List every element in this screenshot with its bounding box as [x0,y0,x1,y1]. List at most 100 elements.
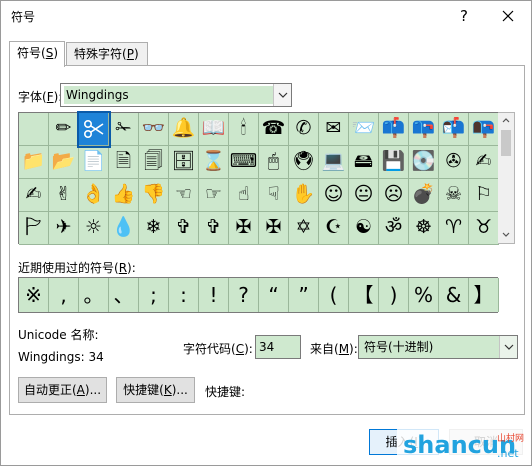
symbol-cell[interactable]: 📬 [439,113,469,146]
from-select[interactable]: 符号(十进制) [358,335,518,359]
help-button[interactable]: ? [453,5,475,27]
shortcut-key-button[interactable]: 快捷键(K)... [116,377,195,403]
symbol-cell[interactable]: 👌 [79,179,109,212]
symbol-cell[interactable]: ☼ [79,212,109,245]
symbol-cell[interactable]: ☝ [229,179,259,212]
recent-symbol-cell[interactable]: : [169,278,199,312]
symbol-cell[interactable]: ✉ [319,113,349,146]
chevron-down-icon [278,92,288,98]
symbol-cell[interactable]: ☯ [349,212,379,245]
symbol-cell[interactable]: ♉ [469,212,499,245]
recent-symbol-cell[interactable]: % [409,278,439,312]
recent-symbol-cell[interactable]: ( [319,278,349,312]
close-button[interactable] [495,5,521,27]
symbol-cell[interactable]: ⌨ [229,146,259,179]
symbol-cell[interactable]: ✞ [199,212,229,245]
symbol-cell[interactable]: ✏ [49,113,79,146]
symbol-cell[interactable]: 🏱 [19,212,49,245]
symbol-cell[interactable]: 🖴 [349,146,379,179]
tab-symbols[interactable]: 符号(S) [9,41,65,67]
symbol-cell[interactable]: 🗎 [109,146,139,179]
symbol-cell[interactable]: ⚐ [469,179,499,212]
scroll-thumb[interactable] [501,130,511,156]
symbol-cell[interactable]: ॐ [379,212,409,245]
recent-symbol-cell[interactable]: ! [199,278,229,312]
symbol-cell[interactable] [19,113,49,146]
from-dropdown-button[interactable] [499,336,517,358]
symbol-cell[interactable]: ✌ [49,179,79,212]
symbol-cell[interactable]: 📪 [409,113,439,146]
symbol-cell[interactable]: 💾 [379,146,409,179]
scroll-up-button[interactable] [498,113,514,129]
symbol-cell[interactable]: ☺ [319,179,349,212]
symbol-cell[interactable]: ☪ [319,212,349,245]
recent-symbol-cell[interactable]: ? [229,278,259,312]
symbol-grid-scrollbar[interactable] [498,112,515,244]
font-dropdown-button[interactable] [273,84,291,106]
symbol-cell[interactable]: 🗐 [139,146,169,179]
recent-symbol-cell[interactable]: ” [289,278,319,312]
recent-symbol-cell[interactable]: ※ [19,278,49,312]
recent-symbol-cell[interactable]: “ [259,278,289,312]
symbol-cell[interactable]: 🕯 [229,113,259,146]
symbol-cell[interactable]: ✡ [289,212,319,245]
symbol-cell[interactable]: 💻 [319,146,349,179]
symbol-cell[interactable]: 📨 [349,113,379,146]
symbol-cell[interactable]: 📂 [49,146,79,179]
autocorrect-button[interactable]: 自动更正(A)... [18,377,107,403]
symbol-cell[interactable]: 📭 [469,113,499,146]
font-label: 字体(F): [18,90,63,104]
recent-symbol-cell[interactable]: ; [139,278,169,312]
symbol-cell[interactable]: 💽 [409,146,439,179]
symbol-cell[interactable]: 👍 [109,179,139,212]
symbol-cell[interactable]: ✆ [289,113,319,146]
symbol-cell[interactable]: ☎ [259,113,289,146]
symbol-cell[interactable]: 📫 [379,113,409,146]
symbol-cell[interactable]: 📄 [79,146,109,179]
recent-symbol-cell[interactable]: 、 [109,278,139,312]
symbol-cell[interactable]: 📖 [199,113,229,146]
symbol-cell[interactable]: ✋ [289,179,319,212]
symbol-cell[interactable]: 🔔 [169,113,199,146]
symbol-cell[interactable]: ✈ [49,212,79,245]
symbol-cell[interactable]: ☸ [409,212,439,245]
symbol-cell[interactable]: 💣 [409,179,439,212]
symbol-cell[interactable]: ☞ [199,179,229,212]
symbol-cell[interactable]: ✞ [169,212,199,245]
tab-special-characters[interactable]: 特殊字符(P) [66,42,148,66]
symbol-cell[interactable]: ☜ [169,179,199,212]
symbol-cell[interactable]: ❄ [139,212,169,245]
symbol-cell[interactable]: 🖱 [259,146,289,179]
recent-symbol-cell[interactable]: & [439,278,469,312]
symbol-cell[interactable]: 👓 [139,113,169,146]
symbol-cell[interactable]: ✍ [19,179,49,212]
symbol-cell[interactable]: ✠ [259,212,289,245]
symbol-cell[interactable]: ⌛ [199,146,229,179]
char-code-input[interactable]: 34 [255,335,301,359]
symbol-cell[interactable]: 🖲 [289,146,319,179]
symbol-cell[interactable]: ♈ [439,212,469,245]
symbol-cell-selected[interactable] [77,111,111,148]
symbol-cell[interactable]: 🗄 [169,146,199,179]
recent-symbol-cell[interactable]: ) [379,278,409,312]
scroll-down-button[interactable] [498,227,514,243]
font-select[interactable]: Wingdings [60,83,292,107]
symbol-cell[interactable]: ✁ [109,113,139,146]
symbol-cell[interactable]: ✠ [229,212,259,245]
symbol-cell[interactable]: 👎 [139,179,169,212]
symbol-cell[interactable]: ☠ [439,179,469,212]
recent-symbol-cell[interactable]: , [49,278,79,312]
symbol-cell[interactable]: ☟ [259,179,289,212]
symbol-cell[interactable]: ✍ [469,146,499,179]
cancel-button[interactable]: 取消 [449,429,523,455]
symbol-cell[interactable]: 💧 [109,212,139,245]
symbol-cell[interactable]: ☹ [379,179,409,212]
symbol-cell[interactable]: ✇ [439,146,469,179]
symbol-cell[interactable]: 😐 [349,179,379,212]
insert-button[interactable]: 插入(I) [369,429,439,455]
symbol-cell[interactable]: 📁 [19,146,49,179]
recent-symbol-cell[interactable]: 】 [469,278,499,312]
recent-symbol-cell[interactable]: 。 [79,278,109,312]
recent-symbol-cell[interactable]: 【 [349,278,379,312]
recent-symbols-grid: ※,。、;:!? “”(【)% &】 [18,277,499,313]
